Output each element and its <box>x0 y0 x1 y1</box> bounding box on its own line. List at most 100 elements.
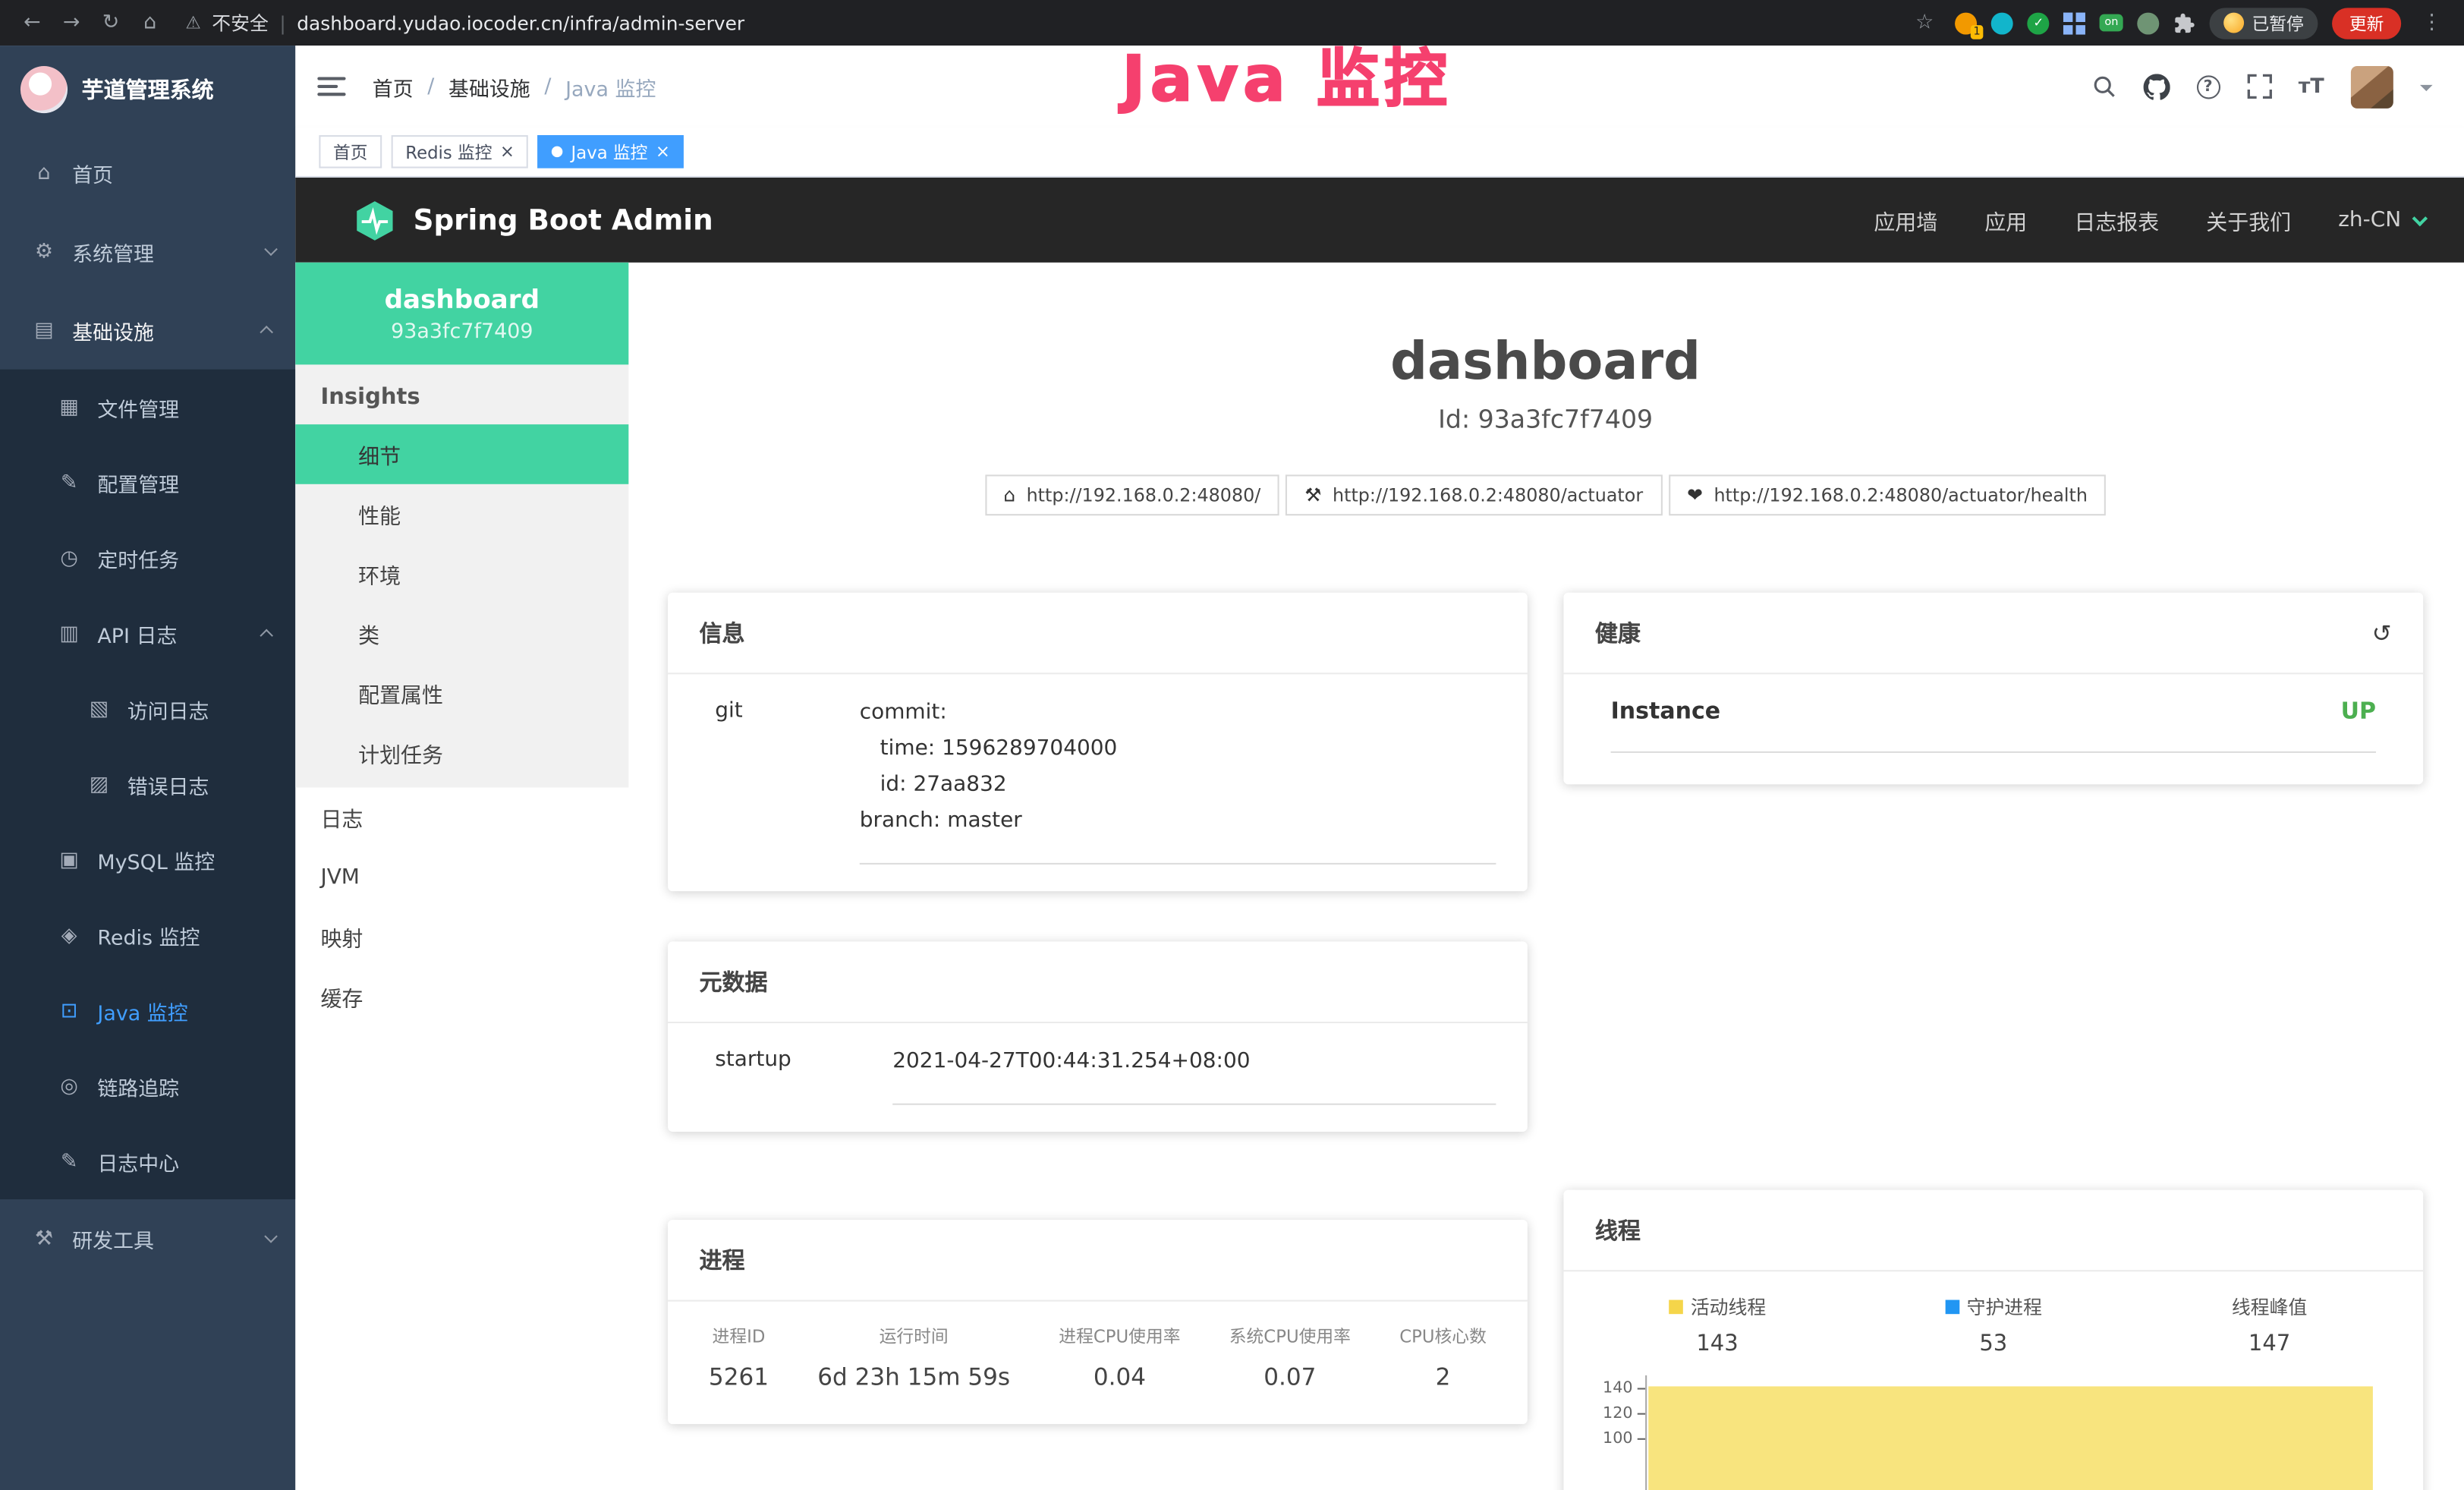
profile-paused-badge[interactable]: 已暂停 <box>2210 7 2318 38</box>
sba-nav-journal[interactable]: 日志报表 <box>2074 204 2159 235</box>
sba-item-jvm[interactable]: JVM <box>295 847 628 907</box>
extension-icon[interactable] <box>1991 12 2013 34</box>
sidebar-item-java-monitor[interactable]: ⊡ Java 监控 <box>0 973 295 1048</box>
sidebar-item-api-log[interactable]: ▥ API 日志 <box>0 596 295 671</box>
update-button[interactable]: 更新 <box>2332 7 2401 38</box>
sba-item-caches[interactable]: 缓存 <box>295 967 628 1027</box>
sidebar-item-label: 日志中心 <box>97 1147 179 1177</box>
app-logo[interactable]: 芋道管理系统 <box>0 46 295 134</box>
tag-redis-monitor[interactable]: Redis 监控 × <box>392 135 529 168</box>
error-log-icon: ▨ <box>87 773 112 796</box>
metadata-row-value: 2021-04-27T00:44:31.254+08:00 <box>892 1044 1496 1105</box>
folder-icon: ▦ <box>57 395 82 419</box>
tag-label: Java 监控 <box>571 139 648 164</box>
app-sidebar: 芋道管理系统 ⌂ 首页 ⚙ 系统管理 ▤ 基础设施 ▦ 文件管理 <box>0 46 295 1490</box>
access-log-icon: ▧ <box>87 697 112 720</box>
card-title: 元数据 <box>700 965 768 997</box>
sba-brand[interactable]: Spring Boot Admin <box>354 199 713 241</box>
spring-boot-admin: Spring Boot Admin 应用墙 应用 日志报表 关于我们 zh-CN <box>295 178 2464 1490</box>
sba-item-scheduled-tasks[interactable]: 计划任务 <box>295 723 628 783</box>
actuator-url-link[interactable]: ⚒ http://192.168.0.2:48080/actuator <box>1285 474 1662 515</box>
sidebar-item-redis-monitor[interactable]: ◈ Redis 监控 <box>0 897 295 972</box>
avatar[interactable] <box>2351 65 2393 108</box>
health-url-link[interactable]: ❤ http://192.168.0.2:48080/actuator/heal… <box>1668 474 2107 515</box>
sba-item-details[interactable]: 细节 <box>295 424 628 484</box>
tag-home[interactable]: 首页 <box>319 135 382 168</box>
sidebar-item-config-manage[interactable]: ✎ 配置管理 <box>0 445 295 520</box>
sidebar-item-label: 错误日志 <box>127 770 209 799</box>
avatar-caret-icon[interactable] <box>2420 85 2433 98</box>
tag-java-monitor[interactable]: Java 监控 × <box>538 135 684 168</box>
extension-icon[interactable] <box>2137 12 2159 34</box>
reload-icon[interactable]: ↻ <box>94 11 127 34</box>
git-commit-line: commit: <box>860 695 1496 731</box>
hamburger-icon[interactable] <box>317 77 345 96</box>
edit-icon: ✎ <box>57 471 82 494</box>
sidebar-item-label: Redis 监控 <box>97 920 200 950</box>
sba-content: dashboard Id: 93a3fc7f7409 ⌂ http://192.… <box>628 263 2464 1490</box>
sba-item-metrics[interactable]: 性能 <box>295 484 628 544</box>
sidebar-item-mysql-monitor[interactable]: ▣ MySQL 监控 <box>0 822 295 897</box>
github-icon[interactable] <box>2143 73 2170 99</box>
card-title: 进程 <box>700 1243 745 1276</box>
sidebar-item-home[interactable]: ⌂ 首页 <box>0 134 295 213</box>
menu-kebab-icon[interactable]: ⋮ <box>2415 11 2448 34</box>
info-row-value: commit: time: 1596289704000 id: 27aa832 … <box>860 695 1496 865</box>
forward-icon[interactable]: → <box>55 11 87 34</box>
locale-selector[interactable]: zh-CN <box>2338 207 2423 232</box>
sidebar-item-system-manage[interactable]: ⚙ 系统管理 <box>0 213 295 291</box>
process-card-header: 进程 <box>668 1220 1528 1302</box>
breadcrumb-home[interactable]: 首页 <box>373 71 414 101</box>
bookmark-star-icon[interactable]: ☆ <box>1909 11 1941 34</box>
sba-item-logs[interactable]: 日志 <box>295 787 628 847</box>
sidebar-item-scheduled-task[interactable]: ◷ 定时任务 <box>0 520 295 595</box>
sidebar-item-access-log[interactable]: ▧ 访问日志 <box>0 671 295 746</box>
sba-nav-about[interactable]: 关于我们 <box>2206 204 2291 235</box>
sidebar-item-dev-tools[interactable]: ⚒ 研发工具 <box>0 1199 295 1278</box>
paused-label: 已暂停 <box>2252 10 2303 35</box>
extension-icon[interactable] <box>2064 12 2086 34</box>
address-bar[interactable]: ⚠ 不安全 | dashboard.yudao.iocoder.cn/infra… <box>185 9 744 36</box>
sba-instance-header[interactable]: dashboard 93a3fc7f7409 <box>295 263 628 365</box>
extension-icon[interactable]: 1 <box>1956 12 1978 34</box>
font-size-icon[interactable]: тT <box>2299 74 2324 98</box>
redis-icon: ◈ <box>57 924 82 947</box>
back-icon[interactable]: ← <box>16 11 49 34</box>
sba-item-config-props[interactable]: 配置属性 <box>295 663 628 723</box>
sba-item-mappings[interactable]: 映射 <box>295 907 628 967</box>
close-icon[interactable]: × <box>656 143 670 160</box>
history-icon[interactable]: ↺ <box>2372 619 2392 647</box>
sba-item-classes[interactable]: 类 <box>295 603 628 663</box>
sidebar-item-label: 定时任务 <box>97 543 179 572</box>
sba-nav: 应用墙 应用 日志报表 关于我们 zh-CN <box>1874 204 2423 235</box>
dashboard-icon: ⌂ <box>31 161 56 184</box>
tags-view: 首页 Redis 监控 × Java 监控 × <box>295 128 2464 178</box>
extension-icon[interactable]: ✓ <box>2028 12 2050 34</box>
sidebar-item-infrastructure[interactable]: ▤ 基础设施 <box>0 291 295 370</box>
sba-item-environment[interactable]: 环境 <box>295 543 628 603</box>
extension-icon[interactable]: on <box>2100 14 2123 32</box>
threads-card-header: 线程 <box>1563 1190 2423 1272</box>
info-row: git commit: time: 1596289704000 id: 27aa… <box>668 674 1528 865</box>
sidebar-item-trace[interactable]: ◎ 链路追踪 <box>0 1048 295 1123</box>
search-icon[interactable] <box>2091 74 2116 99</box>
git-id-line: id: 27aa832 <box>860 767 1496 804</box>
sidebar-item-error-log[interactable]: ▨ 错误日志 <box>0 747 295 822</box>
sba-nav-applications[interactable]: 应用 <box>1984 204 2027 235</box>
screenshot-root: ← → ↻ ⌂ ⚠ 不安全 | dashboard.yudao.iocoder.… <box>0 0 2464 1490</box>
extensions-puzzle-icon[interactable] <box>2173 12 2195 34</box>
sidebar-item-log-center[interactable]: ✎ 日志中心 <box>0 1124 295 1199</box>
card-title: 信息 <box>700 616 745 649</box>
help-icon[interactable]: ? <box>2196 74 2220 98</box>
service-url-link[interactable]: ⌂ http://192.168.0.2:48080/ <box>984 474 1279 515</box>
sidebar-item-file-manage[interactable]: ▦ 文件管理 <box>0 370 295 445</box>
close-icon[interactable]: × <box>500 143 515 160</box>
sba-nav-wall[interactable]: 应用墙 <box>1874 204 1937 235</box>
wrench-icon: ⚒ <box>1304 484 1321 506</box>
document-icon: ▥ <box>57 622 82 645</box>
clock-icon: ◷ <box>57 547 82 570</box>
browser-home-icon[interactable]: ⌂ <box>134 11 166 34</box>
fullscreen-icon[interactable] <box>2246 74 2271 99</box>
breadcrumb-infrastructure[interactable]: 基础设施 <box>448 71 530 101</box>
sidebar-item-label: 基础设施 <box>72 315 154 345</box>
